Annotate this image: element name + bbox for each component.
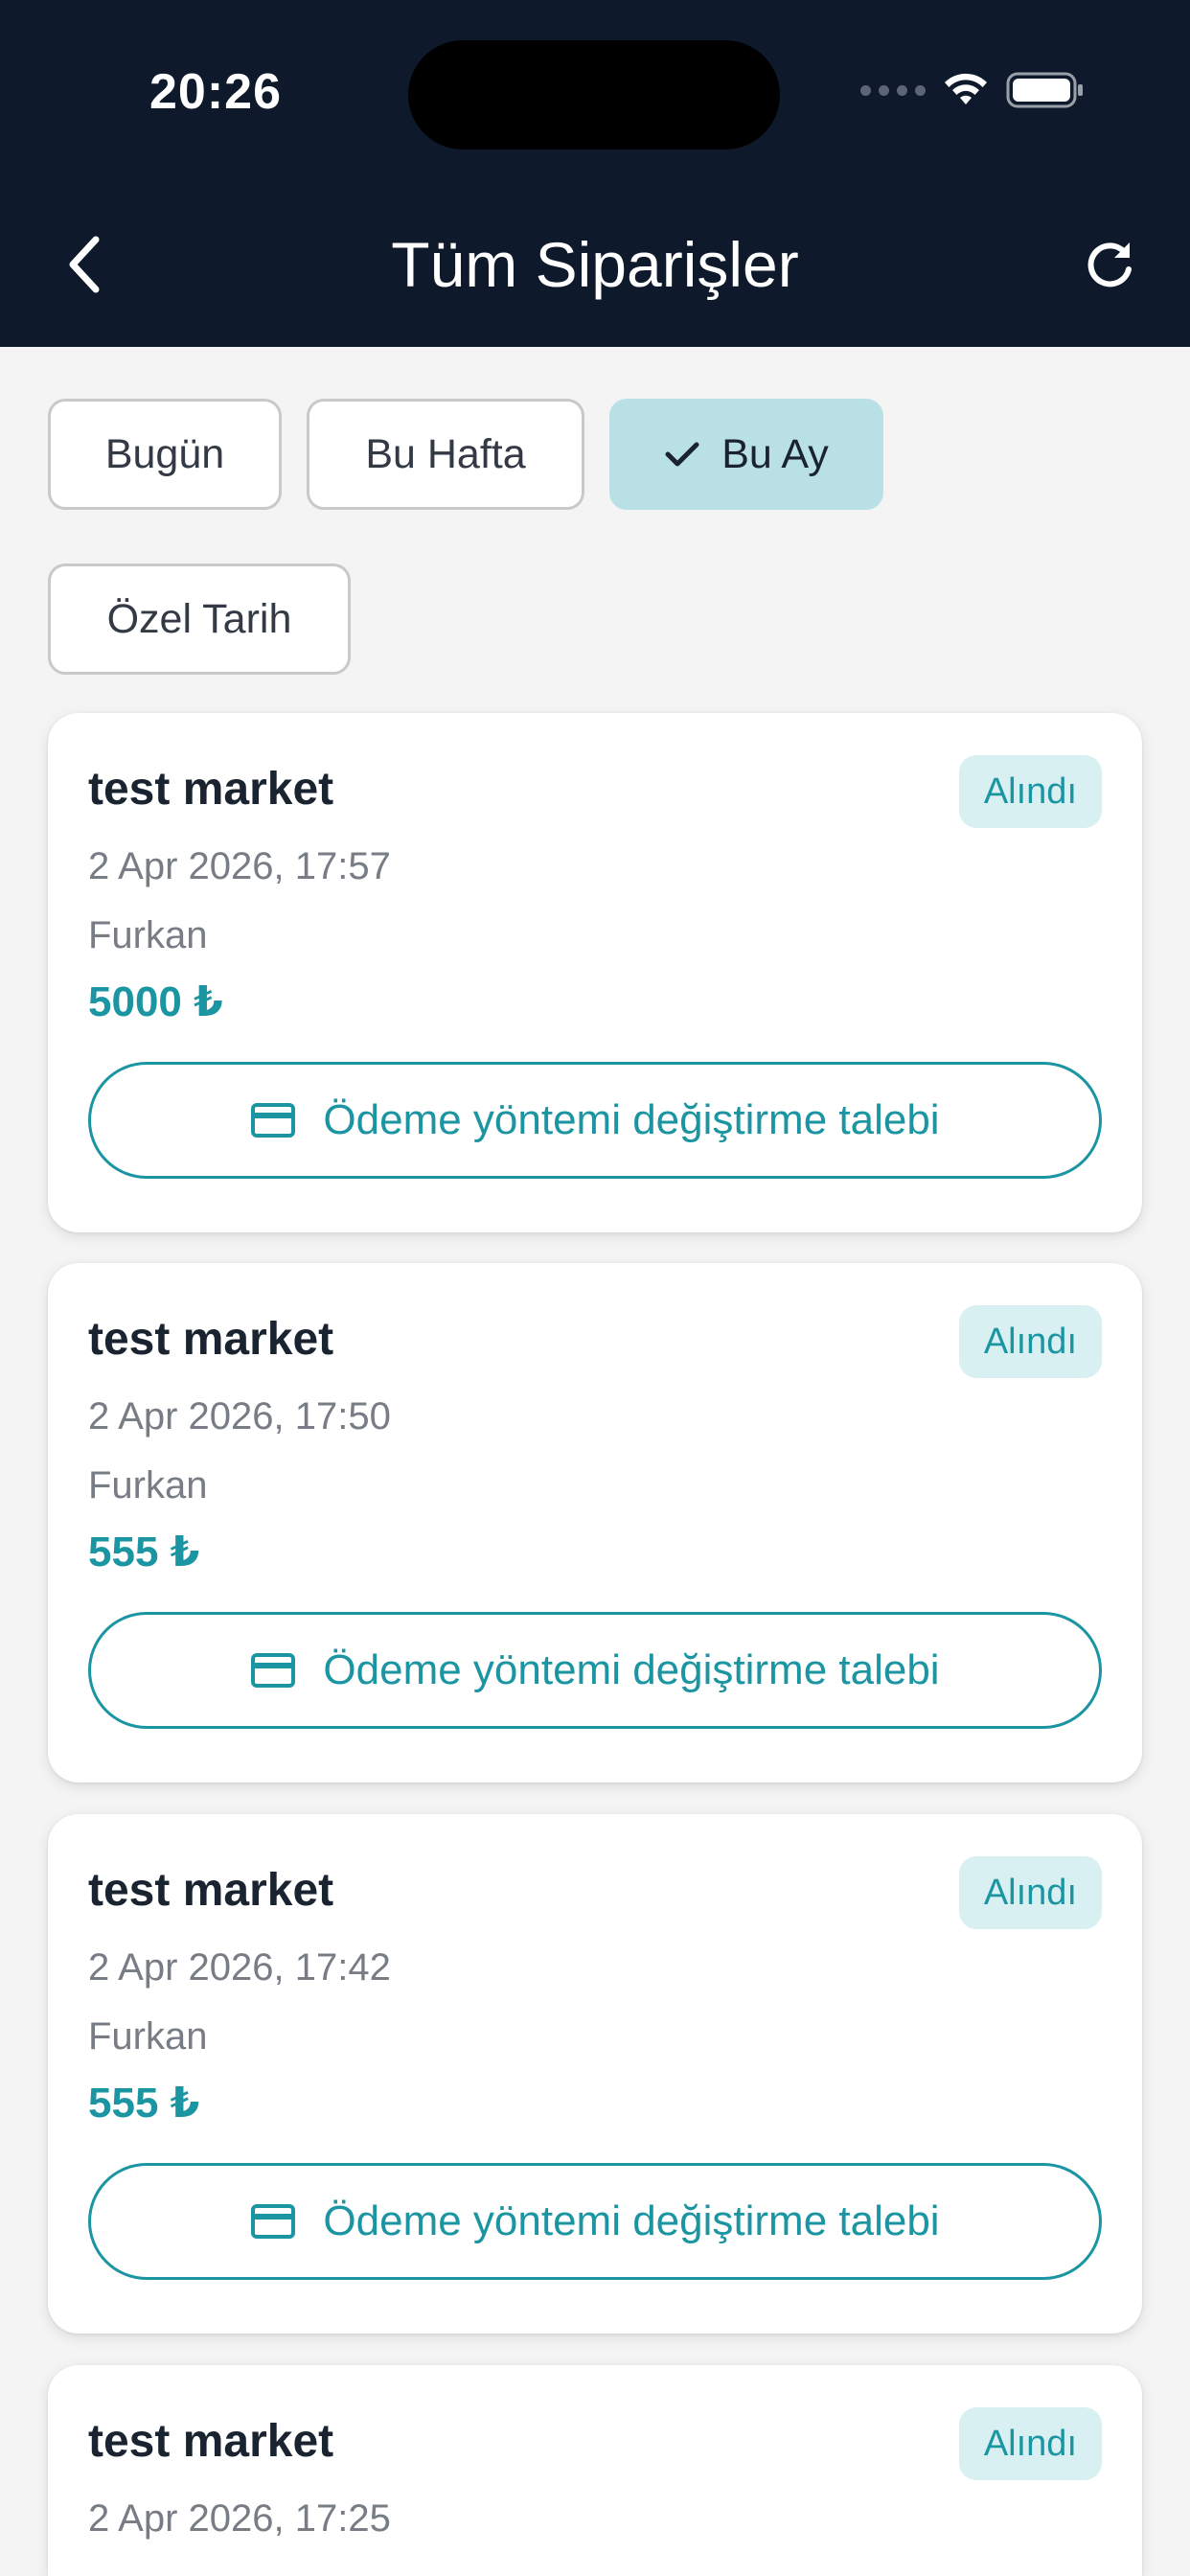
- wifi-icon: [945, 73, 987, 104]
- customer-name: Furkan: [88, 914, 208, 956]
- status-icons: [860, 71, 1085, 109]
- order-card[interactable]: test market Alındı 2 Apr 2026, 17:50 Fur…: [48, 1263, 1142, 1782]
- button-label: Ödeme yöntemi değiştirme talebi: [323, 1646, 940, 1693]
- status-badge: Alındı: [958, 2407, 1102, 2480]
- page-title: Tüm Siparişler: [391, 229, 799, 300]
- status-badge: Alındı: [958, 1305, 1102, 1378]
- button-label: Ödeme yöntemi değiştirme talebi: [323, 2197, 940, 2244]
- store-name: test market: [88, 2416, 334, 2467]
- credit-card-icon: [251, 1653, 296, 1688]
- status-badge: Alındı: [958, 1856, 1102, 1929]
- order-date: 2 Apr 2026, 17:25: [88, 2497, 391, 2540]
- change-payment-method-button[interactable]: Ödeme yöntemi değiştirme talebi: [88, 1612, 1102, 1729]
- button-label: Ödeme yöntemi değiştirme talebi: [323, 1096, 940, 1143]
- order-amount: 555 ₺: [88, 2080, 200, 2127]
- filter-chip-label: Bugün: [104, 430, 225, 477]
- refresh-button[interactable]: [1077, 230, 1144, 297]
- order-card[interactable]: test market Alındı 2 Apr 2026, 17:42 Fur…: [48, 1814, 1142, 2334]
- filter-chip-today[interactable]: Bugün: [48, 399, 282, 510]
- order-date: 2 Apr 2026, 17:50: [88, 1395, 391, 1438]
- refresh-icon: [1087, 242, 1132, 288]
- change-payment-method-button[interactable]: Ödeme yöntemi değiştirme talebi: [88, 2163, 1102, 2280]
- customer-name: Furkan: [88, 2015, 208, 2058]
- app-header: 20:26 Tüm Siparişler: [0, 0, 1190, 347]
- signal-icon: [860, 84, 926, 96]
- filter-chip-label: Bu Ay: [721, 430, 829, 477]
- dynamic-island: [408, 40, 780, 150]
- credit-card-icon: [251, 2204, 296, 2239]
- battery-icon: [1006, 72, 1083, 108]
- filter-chip-custom-date[interactable]: Özel Tarih: [48, 564, 351, 675]
- status-badge: Alındı: [958, 755, 1102, 828]
- order-date: 2 Apr 2026, 17:57: [88, 845, 391, 887]
- filter-chip-this-week[interactable]: Bu Hafta: [307, 399, 584, 510]
- credit-card-icon: [251, 1103, 296, 1138]
- store-name: test market: [88, 1865, 334, 1916]
- order-card[interactable]: test market Alındı 2 Apr 2026, 17:25: [48, 2365, 1142, 2576]
- store-name: test market: [88, 764, 334, 815]
- order-amount: 5000 ₺: [88, 978, 223, 1025]
- filter-chip-label: Özel Tarih: [106, 595, 292, 642]
- filter-chip-this-month[interactable]: Bu Ay: [609, 399, 883, 510]
- status-time: 20:26: [149, 64, 282, 120]
- order-date: 2 Apr 2026, 17:42: [88, 1946, 391, 1989]
- change-payment-method-button[interactable]: Ödeme yöntemi değiştirme talebi: [88, 1062, 1102, 1179]
- order-card[interactable]: test market Alındı 2 Apr 2026, 17:57 Fur…: [48, 713, 1142, 1232]
- store-name: test market: [88, 1314, 334, 1365]
- check-icon: [665, 442, 699, 467]
- customer-name: Furkan: [88, 1464, 208, 1506]
- order-amount: 555 ₺: [88, 1529, 200, 1576]
- filter-chip-label: Bu Hafta: [365, 430, 526, 477]
